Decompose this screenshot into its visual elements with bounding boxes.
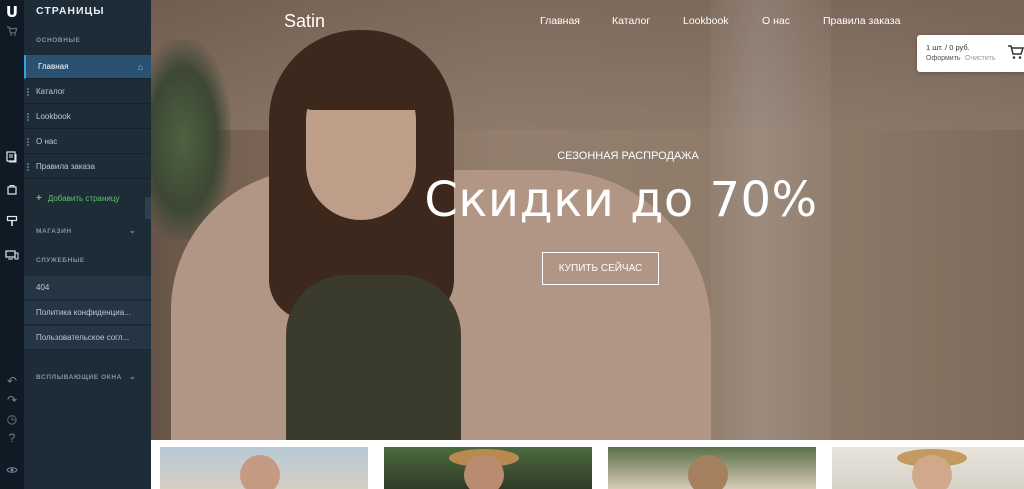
page-item-catalog[interactable]: Каталог bbox=[24, 80, 151, 104]
section-service: СЛУЖЕБНЫЕ bbox=[36, 257, 85, 264]
product-card[interactable] bbox=[160, 447, 368, 489]
nav-link-lookbook[interactable]: Lookbook bbox=[683, 15, 729, 27]
drag-handle-icon[interactable] bbox=[27, 88, 29, 96]
product-image bbox=[688, 455, 728, 489]
product-image bbox=[912, 455, 952, 489]
nav-link-home[interactable]: Главная bbox=[540, 15, 580, 27]
brush-icon[interactable] bbox=[3, 214, 21, 232]
page-item-label: 404 bbox=[36, 283, 50, 292]
section-shop-label: МАГАЗИН bbox=[36, 228, 72, 235]
cart-summary: 1 шт. / 0 руб. bbox=[926, 43, 970, 52]
product-card[interactable] bbox=[384, 447, 592, 489]
page-item-label: Пользовательское согл... bbox=[36, 333, 130, 342]
cart-widget[interactable]: 1 шт. / 0 руб. Оформить Очистить bbox=[917, 35, 1024, 72]
shop-bag-icon[interactable] bbox=[3, 182, 21, 200]
page-item-terms[interactable]: Пользовательское согл... bbox=[24, 326, 151, 350]
product-strip bbox=[151, 440, 1024, 489]
page-item-lookbook[interactable]: Lookbook bbox=[24, 105, 151, 129]
devices-icon[interactable] bbox=[3, 248, 21, 266]
redo-icon[interactable]: ↷ bbox=[3, 391, 21, 409]
tool-rail: U ↶ ↷ ◷ ? bbox=[0, 0, 24, 489]
page-item-label: Lookbook bbox=[36, 112, 71, 121]
plus-icon: + bbox=[36, 193, 42, 204]
clear-cart-link[interactable]: Очистить bbox=[965, 55, 995, 62]
section-popups-label: ВСПЛЫВАЮЩИЕ ОКНА bbox=[36, 374, 122, 381]
drag-handle-icon[interactable] bbox=[27, 138, 29, 146]
page-item-privacy[interactable]: Политика конфиденциа... bbox=[24, 301, 151, 325]
chevron-down-icon: ⌄ bbox=[129, 226, 137, 235]
buy-now-button[interactable]: КУПИТЬ СЕЙЧАС bbox=[542, 252, 659, 285]
section-main: ОСНОВНЫЕ bbox=[36, 37, 81, 44]
page-item-label: Политика конфиденциа... bbox=[36, 308, 131, 317]
nav-link-about[interactable]: О нас bbox=[762, 15, 790, 27]
panel-title: СТРАНИЦЫ bbox=[36, 5, 105, 17]
add-page-label: Добавить страницу bbox=[47, 194, 120, 203]
product-image bbox=[464, 455, 504, 489]
page-item-label: Главная bbox=[38, 62, 69, 71]
drag-handle-icon[interactable] bbox=[27, 163, 29, 171]
section-shop[interactable]: МАГАЗИН ⌄ bbox=[36, 226, 136, 235]
site-preview: Satin Главная Каталог Lookbook О нас Пра… bbox=[151, 0, 1024, 489]
shopping-cart-icon[interactable] bbox=[1007, 43, 1024, 61]
app-logo[interactable]: U bbox=[4, 3, 20, 21]
page-item-about[interactable]: О нас bbox=[24, 130, 151, 154]
add-page-button[interactable]: + Добавить страницу bbox=[36, 193, 119, 204]
page-item-order-rules[interactable]: Правила заказа bbox=[24, 155, 151, 179]
preview-eye-icon[interactable] bbox=[3, 462, 21, 480]
nav-link-order-rules[interactable]: Правила заказа bbox=[823, 15, 900, 27]
product-card[interactable] bbox=[608, 447, 816, 489]
help-icon[interactable]: ? bbox=[3, 429, 21, 447]
product-image bbox=[240, 455, 280, 489]
chevron-down-icon: ⌄ bbox=[129, 372, 137, 381]
page-item-label: Каталог bbox=[36, 87, 66, 96]
cart-icon[interactable] bbox=[3, 24, 21, 42]
drag-handle-icon[interactable] bbox=[27, 113, 29, 121]
product-card[interactable] bbox=[832, 447, 1024, 489]
page-item-label: О нас bbox=[36, 137, 58, 146]
site-logo[interactable]: Satin bbox=[284, 11, 325, 32]
pages-panel: СТРАНИЦЫ ОСНОВНЫЕ Главная ⌂ Каталог Look… bbox=[24, 0, 151, 489]
history-icon[interactable]: ◷ bbox=[3, 410, 21, 428]
page-item-home[interactable]: Главная ⌂ bbox=[24, 55, 151, 79]
undo-icon[interactable]: ↶ bbox=[3, 372, 21, 390]
checkout-link[interactable]: Оформить bbox=[926, 55, 961, 62]
hero-title: Скидки до 70% bbox=[424, 172, 818, 228]
home-icon: ⌂ bbox=[137, 62, 143, 72]
page-item-404[interactable]: 404 bbox=[24, 276, 151, 300]
hero-subtitle: СЕЗОННАЯ РАСПРОДАЖА bbox=[557, 150, 699, 162]
section-popups[interactable]: ВСПЛЫВАЮЩИЕ ОКНА ⌄ bbox=[36, 372, 136, 381]
hero-section[interactable]: Satin Главная Каталог Lookbook О нас Пра… bbox=[151, 0, 1024, 440]
nav-link-catalog[interactable]: Каталог bbox=[612, 15, 650, 27]
pages-icon[interactable] bbox=[3, 150, 21, 168]
page-item-label: Правила заказа bbox=[36, 162, 95, 171]
